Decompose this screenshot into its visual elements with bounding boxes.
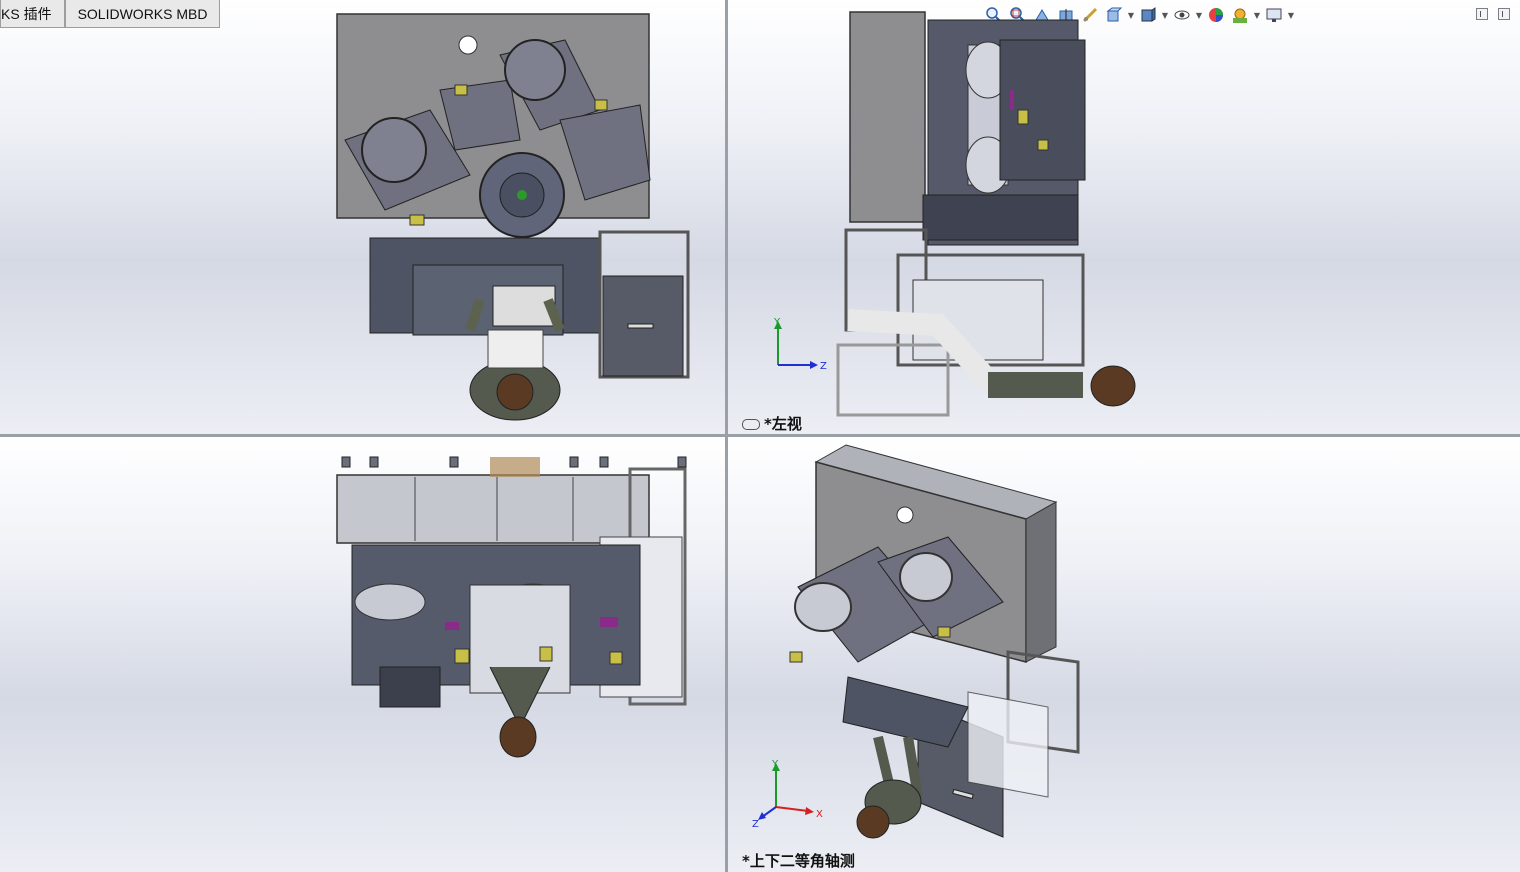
model-view-front xyxy=(336,456,687,758)
triad-axis-z-label: Z xyxy=(820,361,827,372)
command-manager-tabs: KS 插件 SOLIDWORKS MBD xyxy=(0,0,221,28)
tab-addins[interactable]: KS 插件 xyxy=(0,0,65,28)
view-orientation-label-iso: *上下二等角轴测 xyxy=(742,852,855,870)
view-orientation-label-left: *左视 xyxy=(742,413,802,434)
model-view-trimetric xyxy=(789,444,1080,839)
triad-axis-y-label: Y xyxy=(771,759,779,770)
model-view-left xyxy=(836,11,1136,417)
triad-axis-x-label: X xyxy=(816,809,823,820)
triad-axis-y-label: Y xyxy=(773,317,781,328)
model-view-top xyxy=(336,13,690,421)
coordinate-triad-iso: Y Z X xyxy=(752,759,823,827)
link-views-icon xyxy=(742,419,760,430)
viewport-bottom-right[interactable]: Y Z X *上下二等角轴测 xyxy=(728,437,1520,872)
viewport-top-left[interactable]: KS 插件 SOLIDWORKS MBD xyxy=(0,0,725,434)
viewport-top-right[interactable]: ▼ ▼ ▼ ▼ ▼ Y Z *左视 xyxy=(728,0,1520,434)
triad-axis-z-label: Z xyxy=(752,819,759,827)
viewport-bottom-left[interactable] xyxy=(0,437,725,872)
coordinate-triad-left: Y Z xyxy=(773,317,827,372)
tab-solidworks-mbd[interactable]: SOLIDWORKS MBD xyxy=(64,0,221,28)
